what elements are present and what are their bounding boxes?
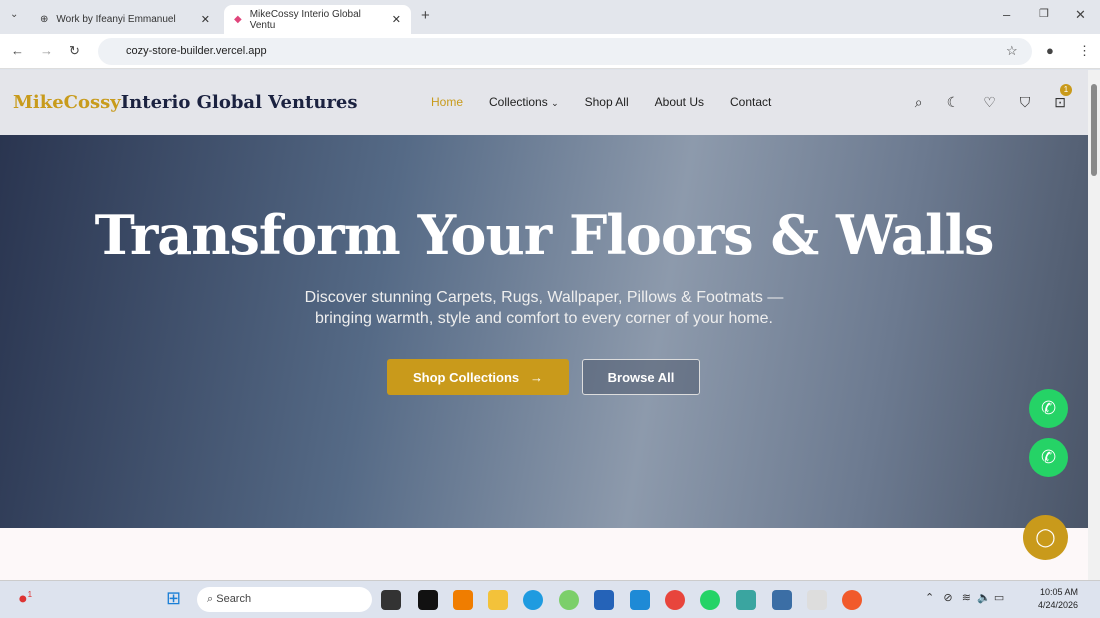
profile-avatar[interactable]: ● bbox=[1046, 43, 1054, 58]
header-icons: ⌕ ☾ ♡ ⛉ ⊡ 1 bbox=[915, 84, 1072, 111]
hero-subtitle: Discover stunning Carpets, Rugs, Wallpap… bbox=[0, 287, 1088, 329]
app-icon[interactable] bbox=[418, 590, 438, 610]
cart-icon[interactable]: ⊡ 1 bbox=[1054, 84, 1072, 111]
app-icon[interactable] bbox=[842, 590, 862, 610]
taskbar: ●1 ⊞ ⌕ Search ⌃ ⊘ ≋ 🔈 ▭ 10:05 AM 4/24/202… bbox=[0, 580, 1100, 618]
system-tray-icons[interactable]: ⌃ ⊘ ≋ 🔈 ▭ bbox=[925, 591, 1004, 604]
reload-icon[interactable]: ↻ bbox=[69, 43, 80, 59]
site-header: MikeCossyInterio Global Ventures Home Co… bbox=[0, 70, 1088, 135]
hero-title: Transform Your Floors & Walls bbox=[94, 203, 995, 267]
browse-all-button[interactable]: Browse All bbox=[582, 359, 700, 395]
shield-icon[interactable]: ⛉ bbox=[1020, 94, 1031, 111]
taskbar-search[interactable]: ⌕ Search bbox=[197, 587, 372, 612]
logo-text: Interio Global Ventures bbox=[120, 92, 358, 113]
back-icon[interactable]: ← bbox=[11, 43, 24, 58]
file-explorer-icon[interactable] bbox=[488, 590, 508, 610]
vlc-icon[interactable] bbox=[453, 590, 473, 610]
nav-home[interactable]: Home bbox=[431, 95, 463, 109]
tab-work[interactable]: ⊕ Work by Ifeanyi Emmanuel ✕ bbox=[30, 5, 220, 34]
new-tab-button[interactable]: + bbox=[421, 7, 430, 24]
nav-collections[interactable]: Collections ⌄ bbox=[489, 95, 559, 109]
tab-title: Work by Ifeanyi Emmanuel bbox=[56, 14, 176, 25]
whatsapp-icon: ✆ bbox=[1040, 447, 1057, 467]
site-logo[interactable]: MikeCossyInterio Global Ventures bbox=[13, 92, 358, 113]
whatsapp-icon: ✆ bbox=[1040, 398, 1057, 418]
url-input[interactable]: cozy-store-builder.vercel.app bbox=[98, 38, 1032, 65]
nav-contact[interactable]: Contact bbox=[730, 95, 771, 109]
search-icon: ⌕ bbox=[207, 593, 214, 605]
nav-label: Collections bbox=[489, 95, 548, 109]
date: 4/24/2026 bbox=[1038, 600, 1079, 610]
close-window-button[interactable]: ✕ bbox=[1075, 7, 1086, 23]
tab-title: MikeCossy Interio Global Ventu bbox=[249, 8, 361, 31]
site-icon: ◆ bbox=[234, 14, 242, 25]
app-icon[interactable] bbox=[381, 590, 401, 610]
close-icon[interactable]: ✕ bbox=[201, 13, 210, 26]
scrollbar-thumb[interactable] bbox=[1091, 84, 1097, 176]
python-icon[interactable] bbox=[772, 590, 792, 610]
shop-collections-button[interactable]: Shop Collections → bbox=[387, 359, 569, 395]
bookmark-star-icon[interactable]: ☆ bbox=[1006, 43, 1018, 59]
chat-button[interactable]: ◯ bbox=[1023, 515, 1068, 560]
edge-icon[interactable] bbox=[523, 590, 543, 610]
subtitle-line: bringing warmth, style and comfort to ev… bbox=[315, 310, 773, 327]
notification-app-icon[interactable]: ●1 bbox=[18, 590, 32, 608]
time: 10:05 AM bbox=[1040, 587, 1079, 597]
moon-icon[interactable]: ☾ bbox=[947, 94, 960, 111]
nav-about[interactable]: About Us bbox=[655, 95, 704, 109]
notification-badge: 1 bbox=[27, 590, 33, 599]
forward-icon[interactable]: → bbox=[40, 43, 53, 58]
app-icon[interactable] bbox=[559, 590, 579, 610]
button-label: Shop Collections bbox=[412, 369, 520, 385]
tab-mikecossy[interactable]: ◆ MikeCossy Interio Global Ventu ✕ bbox=[224, 5, 411, 34]
subtitle-line: Discover stunning Carpets, Rugs, Wallpap… bbox=[304, 289, 784, 306]
tab-list-button[interactable]: ⌄ bbox=[10, 9, 18, 20]
url-text: cozy-store-builder.vercel.app bbox=[126, 45, 267, 57]
main-nav: Home Collections ⌄ Shop All About Us Con… bbox=[431, 95, 771, 109]
cart-badge: 1 bbox=[1060, 84, 1072, 96]
app-icon[interactable] bbox=[736, 590, 756, 610]
heart-icon[interactable]: ♡ bbox=[983, 94, 996, 111]
clock[interactable]: 10:05 AM 4/24/2026 bbox=[1038, 586, 1078, 612]
button-label: Browse All bbox=[607, 369, 675, 385]
snipping-tool-icon[interactable] bbox=[807, 590, 827, 610]
whatsapp-button[interactable]: ✆ bbox=[1029, 389, 1068, 428]
arrow-right-icon: → bbox=[530, 369, 543, 385]
whatsapp-button-2[interactable]: ✆ bbox=[1029, 438, 1068, 477]
menu-icon[interactable]: ⋮ bbox=[1078, 43, 1091, 59]
search-placeholder: Search bbox=[216, 593, 252, 605]
scrollbar[interactable] bbox=[1088, 70, 1100, 580]
logo-accent: MikeCossy bbox=[13, 92, 121, 113]
chat-bubble-icon: ◯ bbox=[1035, 527, 1056, 547]
address-bar-row: ← → ↻ cozy-store-builder.vercel.app ☆ ● … bbox=[0, 34, 1100, 69]
site-icon: ⊕ bbox=[40, 14, 49, 25]
minimize-button[interactable]: – bbox=[1003, 7, 1010, 22]
web-page: MikeCossyInterio Global Ventures Home Co… bbox=[0, 70, 1088, 580]
chevron-down-icon: ⌄ bbox=[551, 98, 559, 108]
search-icon[interactable]: ⌕ bbox=[915, 94, 923, 111]
vscode-icon[interactable] bbox=[630, 590, 650, 610]
windows-start-icon[interactable]: ⊞ bbox=[166, 588, 181, 609]
close-icon[interactable]: ✕ bbox=[392, 13, 401, 26]
store-icon[interactable] bbox=[594, 590, 614, 610]
nav-shop-all[interactable]: Shop All bbox=[585, 95, 629, 109]
whatsapp-icon[interactable] bbox=[700, 590, 720, 610]
tab-bar: ⌄ ⊕ Work by Ifeanyi Emmanuel ✕ ◆ MikeCossy … bbox=[0, 0, 1100, 34]
maximize-button[interactable]: ❐ bbox=[1039, 7, 1049, 20]
hero-section: Transform Your Floors & Walls Discover s… bbox=[0, 135, 1088, 528]
chrome-icon[interactable] bbox=[665, 590, 685, 610]
